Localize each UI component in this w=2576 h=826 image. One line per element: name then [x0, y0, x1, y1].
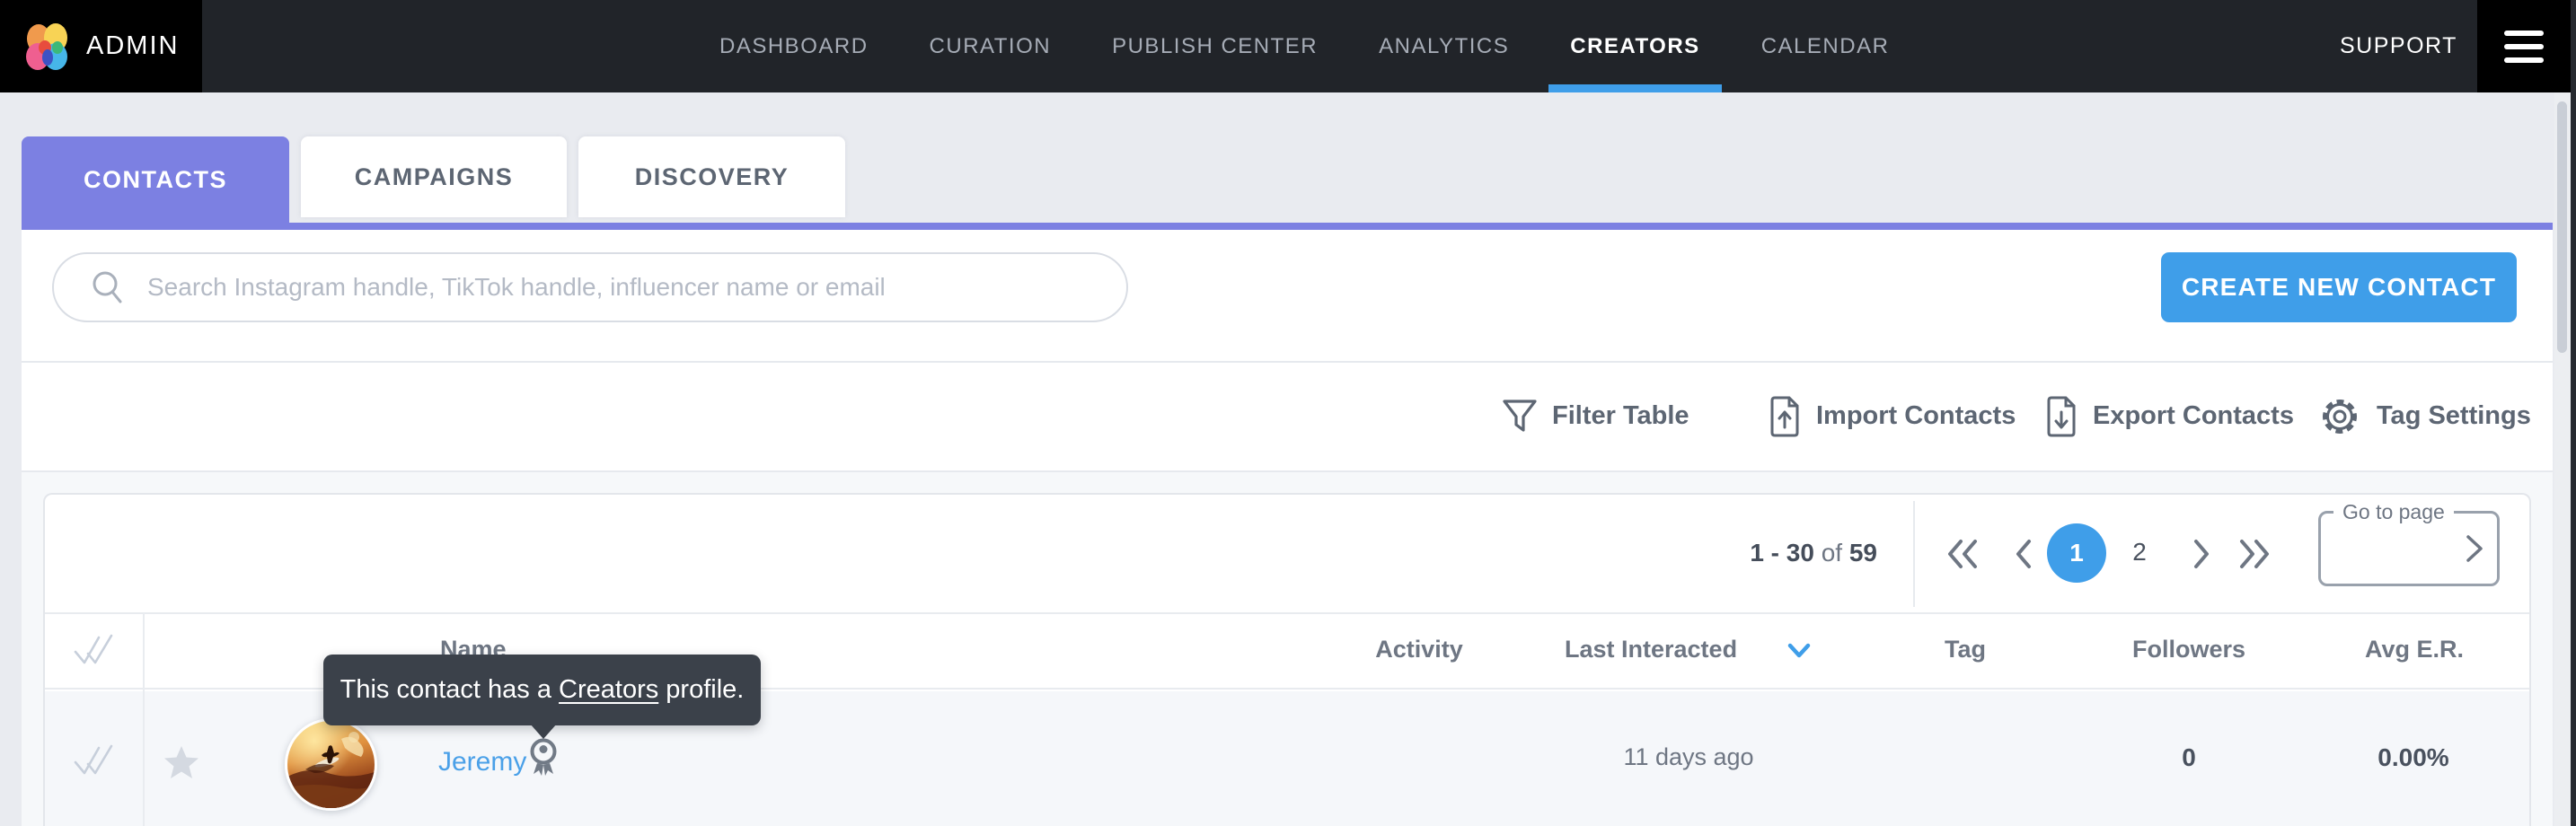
scrollbar-thumb[interactable]	[2557, 101, 2567, 353]
brand-home[interactable]: ADMIN	[0, 0, 202, 92]
brand-label: ADMIN	[86, 31, 179, 61]
filter-table-button[interactable]: Filter Table	[1502, 362, 1689, 470]
contact-name-link[interactable]: Jeremy	[438, 747, 526, 778]
column-divider	[143, 612, 145, 826]
double-check-icon	[72, 632, 115, 670]
chevron-left-icon	[2011, 538, 2036, 570]
header-tag: Tag	[1945, 636, 1986, 663]
chevron-right-icon	[2189, 538, 2214, 570]
import-contacts-button[interactable]: Import Contacts	[1768, 362, 2016, 470]
top-nav: ADMIN DASHBOARD CURATION PUBLISH CENTER …	[0, 0, 2576, 92]
page-2-button[interactable]: 2	[2120, 538, 2159, 567]
tab-campaigns[interactable]: CAMPAIGNS	[301, 136, 567, 217]
tab-discovery[interactable]: DISCOVERY	[578, 136, 845, 217]
primary-nav: DASHBOARD CURATION PUBLISH CENTER ANALYT…	[714, 0, 1894, 92]
pagination-total: 59	[1849, 539, 1877, 567]
creators-contacts-page: ADMIN DASHBOARD CURATION PUBLISH CENTER …	[0, 0, 2576, 826]
export-icon	[2044, 395, 2078, 438]
header-activity: Activity	[1375, 636, 1463, 663]
hamburger-icon	[2504, 31, 2544, 36]
goto-page-input[interactable]	[2330, 519, 2447, 576]
star-icon	[163, 744, 200, 780]
create-new-contact-button[interactable]: CREATE NEW CONTACT	[2161, 252, 2517, 322]
nav-item-analytics[interactable]: ANALYTICS	[1373, 0, 1514, 92]
sort-chevron-down-icon[interactable]	[1786, 641, 1813, 661]
header-avg-er: Avg E.R.	[2365, 636, 2464, 663]
pagination-range: 1 - 30	[1750, 539, 1814, 567]
cell-avg-er: 0.00%	[2378, 743, 2448, 772]
filter-icon	[1502, 398, 1538, 435]
nav-item-publish-center[interactable]: PUBLISH CENTER	[1107, 0, 1323, 92]
last-page-button[interactable]	[2233, 538, 2272, 570]
import-icon	[1768, 395, 1802, 438]
next-page-button[interactable]	[2182, 538, 2221, 570]
creators-profile-tooltip: This contact has a Creators profile.	[323, 655, 761, 725]
chevrons-last-icon	[2233, 538, 2272, 570]
creators-profile-badge-icon[interactable]	[525, 736, 561, 778]
support-link[interactable]: SUPPORT	[2340, 0, 2457, 92]
gear-icon	[2317, 394, 2362, 439]
search-icon	[88, 268, 128, 307]
export-contacts-button[interactable]: Export Contacts	[2044, 362, 2294, 470]
select-all-checkmark[interactable]	[72, 632, 115, 672]
brand-logo-icon	[23, 23, 70, 70]
nav-item-curation[interactable]: CURATION	[924, 0, 1057, 92]
tag-settings-button[interactable]: Tag Settings	[2317, 362, 2531, 470]
first-page-button[interactable]	[1945, 538, 1984, 570]
avatar[interactable]	[285, 718, 377, 811]
nav-item-creators[interactable]: CREATORS	[1565, 0, 1705, 92]
page-1-button[interactable]: 1	[2047, 523, 2106, 583]
row-select-checkmark[interactable]	[72, 743, 115, 783]
search-box	[52, 252, 1128, 322]
scrollbar-track[interactable]	[2554, 92, 2571, 826]
pagination-counts: 1 - 30 of 59	[1527, 539, 1877, 567]
goto-page-box: Go to page	[2318, 511, 2500, 586]
nav-item-dashboard[interactable]: DASHBOARD	[714, 0, 874, 92]
header-last-interacted[interactable]: Last Interacted	[1565, 636, 1737, 663]
active-tab-underline	[22, 223, 2553, 230]
cell-last-interacted: 11 days ago	[1623, 743, 1753, 771]
goto-page-submit-icon[interactable]	[2463, 533, 2486, 564]
nav-item-calendar[interactable]: CALENDAR	[1756, 0, 1895, 92]
tooltip-caret	[530, 724, 557, 739]
chevrons-first-icon	[1945, 538, 1984, 570]
header-followers: Followers	[2132, 636, 2245, 663]
window-edge	[2571, 0, 2576, 826]
divider	[1913, 501, 1915, 607]
hamburger-menu-button[interactable]	[2477, 0, 2571, 92]
cell-followers: 0	[2182, 743, 2196, 772]
creators-link[interactable]: Creators	[559, 675, 658, 705]
search-input[interactable]	[147, 273, 1099, 302]
double-check-icon	[72, 743, 115, 780]
prev-page-button[interactable]	[2004, 538, 2043, 570]
tab-contacts[interactable]: CONTACTS	[22, 136, 289, 223]
favorite-star-button[interactable]	[163, 744, 200, 783]
